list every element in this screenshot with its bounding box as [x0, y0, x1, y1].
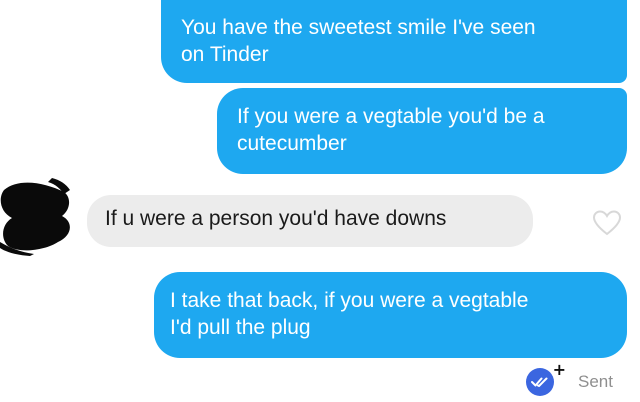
double-check-icon: + — [526, 360, 566, 396]
message-status: + Sent — [526, 360, 613, 397]
outgoing-message-bubble[interactable]: If you were a vegtable you'd be a cutecu… — [217, 88, 627, 174]
incoming-message-bubble[interactable]: If u were a person you'd have downs — [87, 195, 533, 247]
outgoing-message-bubble[interactable]: I take that back, if you were a vegtable… — [154, 272, 627, 358]
chat-thread: You have the sweetest smile I've seen on… — [0, 0, 640, 402]
plus-icon: + — [552, 360, 566, 379]
heart-outline-icon[interactable] — [592, 209, 622, 237]
redacted-avatar[interactable] — [0, 176, 78, 256]
outgoing-message-bubble[interactable]: You have the sweetest smile I've seen on… — [161, 0, 627, 83]
sent-status-label: Sent — [578, 372, 613, 391]
